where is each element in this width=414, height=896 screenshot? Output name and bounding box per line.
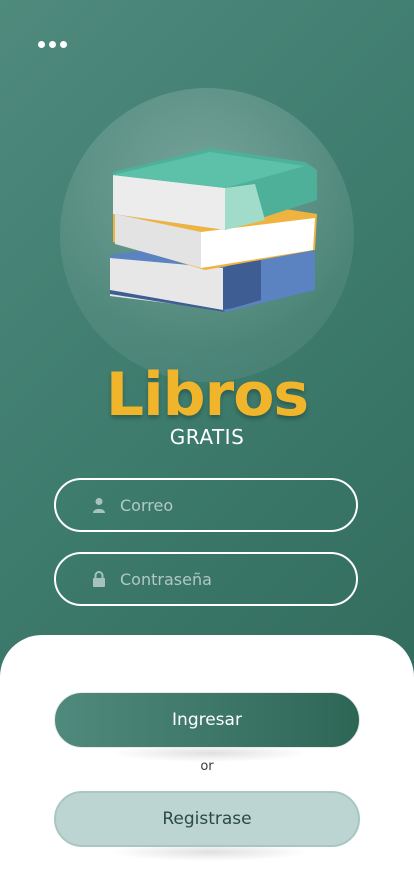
password-input[interactable]: [120, 569, 320, 589]
dot: [60, 41, 67, 48]
lock-icon: [92, 571, 106, 587]
app-title: Libros: [105, 360, 309, 430]
register-button[interactable]: Registrase: [54, 791, 360, 847]
email-field[interactable]: [54, 478, 358, 532]
email-input[interactable]: [120, 495, 320, 515]
dot: [49, 41, 56, 48]
app-subtitle: GRATIS: [169, 425, 245, 449]
more-options-icon[interactable]: [38, 41, 67, 48]
or-separator: or: [200, 759, 214, 774]
books-stack-icon: [110, 148, 317, 312]
user-icon: [92, 497, 106, 513]
login-button[interactable]: Ingresar: [54, 692, 360, 748]
password-field[interactable]: [54, 552, 358, 606]
dot: [38, 41, 45, 48]
